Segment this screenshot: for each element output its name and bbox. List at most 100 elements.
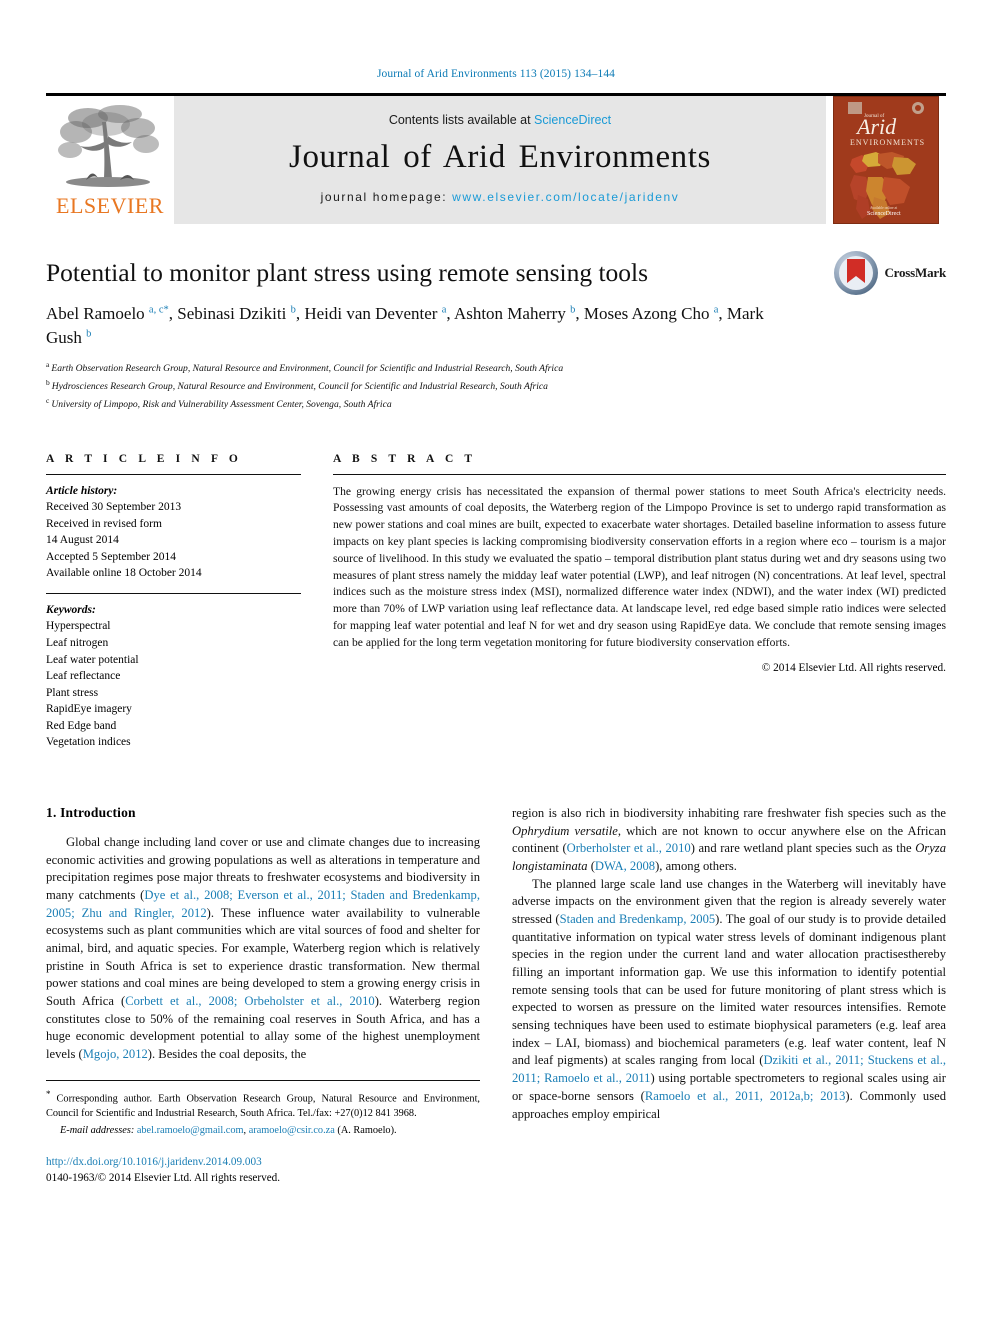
citation-link[interactable]: Ramoelo et al., 2011, 2012a,b; 2013 xyxy=(645,1089,846,1103)
journal-cover-art: Journal of Arid ENVIRONMENTS Available o… xyxy=(834,97,938,223)
email-link-1[interactable]: abel.ramoelo@gmail.com xyxy=(137,1125,244,1136)
body-text: ( xyxy=(587,858,595,873)
keywords-block: Keywords: Hyperspectral Leaf nitrogen Leaf… xyxy=(46,594,301,751)
body-column-left: 1. Introduction Global change including … xyxy=(46,805,480,1191)
abstract-text: The growing energy crisis has necessitat… xyxy=(333,484,946,649)
crossmark-badge[interactable]: CrossMark xyxy=(833,250,946,296)
svg-text:ENVIRONMENTS: ENVIRONMENTS xyxy=(850,138,925,147)
affiliation-text: Earth Observation Research Group, Natura… xyxy=(51,363,564,375)
affiliation-item: c University of Limpopo, Risk and Vulnera… xyxy=(46,395,946,413)
body-text: ). Besides the coal deposits, the xyxy=(147,1047,307,1062)
author-name: Heidi van Deventer xyxy=(304,304,442,324)
keyword-item: Leaf reflectance xyxy=(46,670,121,683)
journal-cover-thumbnail: Journal of Arid ENVIRONMENTS Available o… xyxy=(833,96,939,224)
corresponding-author-note: * Corresponding author. Earth Observatio… xyxy=(46,1088,480,1121)
keyword-item: Leaf water potential xyxy=(46,653,139,666)
left-column-paragraphs: Global change including land cover or us… xyxy=(46,834,480,1064)
contents-available-line: Contents lists available at ScienceDirec… xyxy=(389,113,611,127)
body-text: ). The goal of our study is to provide d… xyxy=(512,911,947,1068)
article-history-item: 14 August 2014 xyxy=(46,534,119,547)
article-history-items: Received 30 September 2013 Received in re… xyxy=(46,499,301,582)
footnotes-block: * Corresponding author. Earth Observatio… xyxy=(46,1079,480,1139)
abstract-copyright: © 2014 Elsevier Ltd. All rights reserved… xyxy=(761,661,946,674)
affiliation-mark: a xyxy=(46,360,50,370)
right-column-paragraphs: region is also rich in biodiversity inha… xyxy=(512,805,946,1123)
author-separator: , xyxy=(446,304,454,324)
homepage-label: journal homepage: xyxy=(320,189,453,204)
svg-text:Available online at: Available online at xyxy=(870,206,897,210)
author-name: Abel Ramoelo xyxy=(46,304,149,324)
keyword-item: Leaf nitrogen xyxy=(46,637,109,649)
citation-link[interactable]: DWA, 2008 xyxy=(595,859,655,873)
elsevier-tree-icon xyxy=(58,105,159,187)
info-abstract-row: A R T I C L E I N F O Article history: R… xyxy=(46,453,946,751)
article-history-item: Accepted 5 September 2014 xyxy=(46,550,176,563)
elsevier-logo: ELSEVIER xyxy=(46,96,174,224)
crossmark-icon xyxy=(834,251,879,295)
author-affiliation-mark: b xyxy=(86,328,92,340)
keyword-item: Plant stress xyxy=(46,686,99,699)
email-label: E-mail addresses: xyxy=(60,1125,135,1137)
article-history-item: Received 30 September 2013 xyxy=(46,501,182,514)
footnote-star-icon: * xyxy=(46,1088,51,1099)
body-text: region is also rich in biodiversity inha… xyxy=(512,805,946,820)
paper-page: Journal of Arid Environments 113 (2015) … xyxy=(0,0,992,1323)
author-name: Ashton Maherry xyxy=(453,304,571,324)
abstract-column: A B S T R A C T The growing energy crisi… xyxy=(333,453,946,751)
keyword-items: Hyperspectral Leaf nitrogen Leaf water pot… xyxy=(46,618,301,750)
body-paragraph: region is also rich in biodiversity inha… xyxy=(512,805,946,876)
affiliation-text: Hydrosciences Research Group, Natural Re… xyxy=(51,381,548,393)
abstract-heading: A B S T R A C T xyxy=(333,452,477,465)
running-head: Journal of Arid Environments 113 (2015) … xyxy=(376,68,616,80)
journal-cover-cell: Journal of Arid ENVIRONMENTS Available o… xyxy=(826,96,946,224)
keyword-item: Red Edge band xyxy=(46,719,117,732)
masthead-center: Contents lists available at ScienceDirec… xyxy=(174,96,826,224)
article-history-item: Received in revised form xyxy=(46,517,162,530)
body-paragraph: The planned large scale land use changes… xyxy=(512,876,946,1124)
journal-homepage-line: journal homepage: www.elsevier.com/locat… xyxy=(321,190,680,204)
author-separator: , xyxy=(718,304,727,324)
citation-link[interactable]: Staden and Bredenkamp, 2005 xyxy=(560,912,716,926)
article-title-block: CrossMark Potential to monitor plant str… xyxy=(46,251,946,413)
affiliation-item: a Earth Observation Research Group, Natur… xyxy=(46,359,946,377)
article-info-column: A R T I C L E I N F O Article history: R… xyxy=(46,453,301,751)
article-history-label: Article history: xyxy=(46,484,118,497)
keywords-label: Keywords: xyxy=(46,603,96,616)
author-list: Abel Ramoelo a, c*, Sebinasi Dzikiti b, … xyxy=(46,302,786,350)
body-columns: 1. Introduction Global change including … xyxy=(46,805,946,1191)
email-owner: (A. Ramoelo). xyxy=(337,1125,397,1137)
email-addresses-note: E-mail addresses: abel.ramoelo@gmail.com… xyxy=(46,1123,480,1138)
affiliation-text: University of Limpopo, Risk and Vulnerab… xyxy=(51,399,392,411)
affiliation-mark: c xyxy=(46,395,50,405)
body-paragraph: Global change including land cover or us… xyxy=(46,834,480,1064)
sciencedirect-link[interactable]: ScienceDirect xyxy=(534,113,611,127)
contents-prefix: Contents lists available at xyxy=(388,112,535,127)
affiliation-list: a Earth Observation Research Group, Natur… xyxy=(46,359,946,412)
page-title: Potential to monitor plant stress using … xyxy=(46,258,649,287)
author-separator: , xyxy=(168,304,178,324)
keyword-item: Vegetation indices xyxy=(46,736,131,749)
corresponding-author-text: Corresponding author. Earth Observation … xyxy=(46,1093,480,1120)
species-name: Ophrydium versatile xyxy=(512,823,618,838)
svg-text:ScienceDirect: ScienceDirect xyxy=(867,211,901,217)
journal-title: Journal of Arid Environments xyxy=(289,138,711,175)
section-heading-introduction: 1. Introduction xyxy=(46,804,136,820)
author-affiliation-mark: a, c* xyxy=(148,304,169,316)
citation-link[interactable]: Orberholster et al., 2010 xyxy=(567,841,691,855)
article-info-heading: A R T I C L E I N F O xyxy=(46,452,242,465)
homepage-url-link[interactable]: www.elsevier.com/locate/jaridenv xyxy=(452,190,679,204)
author-separator: , xyxy=(575,304,584,324)
journal-masthead: ELSEVIER Contents lists available at Sci… xyxy=(46,93,946,224)
issn-copyright-line: 0140-1963/© 2014 Elsevier Ltd. All right… xyxy=(46,1172,281,1185)
citation-link[interactable]: Mgojo, 2012 xyxy=(83,1047,148,1061)
elsevier-wordmark: ELSEVIER xyxy=(56,193,164,218)
doi-link[interactable]: http://dx.doi.org/10.1016/j.jaridenv.201… xyxy=(46,1155,480,1171)
body-text: ), among others. xyxy=(655,858,737,873)
author-name: Moses Azong Cho xyxy=(583,304,714,324)
doi-block: http://dx.doi.org/10.1016/j.jaridenv.201… xyxy=(46,1155,480,1187)
affiliation-mark: b xyxy=(46,378,50,388)
citation-link[interactable]: Corbett et al., 2008; Orbeholster et al.… xyxy=(125,994,375,1008)
article-history-item: Available online 18 October 2014 xyxy=(46,567,202,580)
email-link-2[interactable]: aramoelo@csir.co.za xyxy=(249,1125,335,1136)
body-text: ) and rare wetland plant species such as… xyxy=(690,841,916,856)
